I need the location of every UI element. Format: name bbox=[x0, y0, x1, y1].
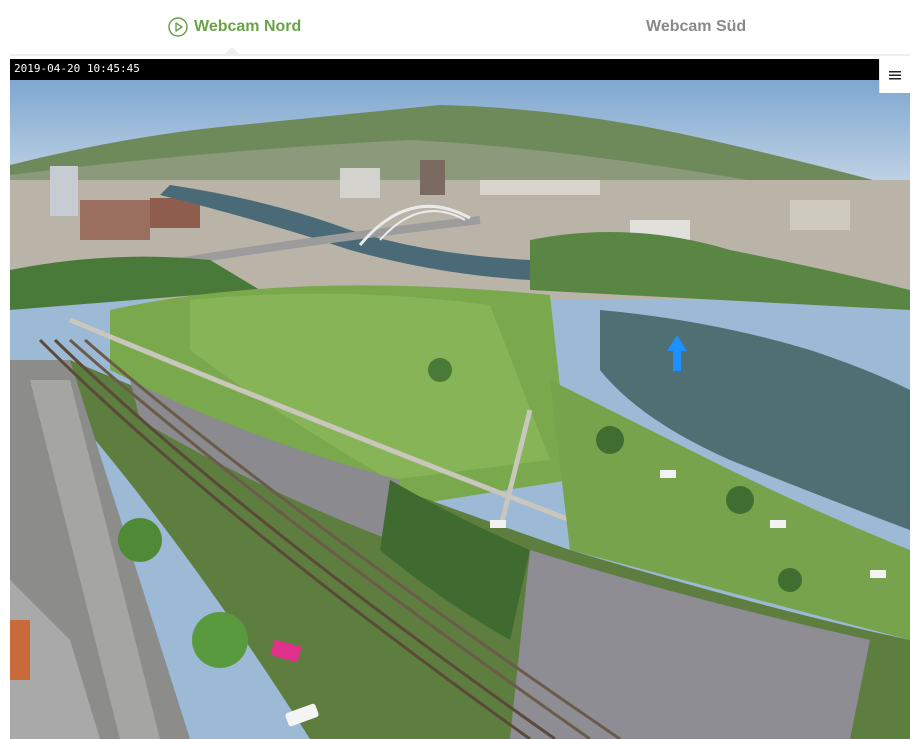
hamburger-menu-icon bbox=[889, 67, 901, 85]
tab-webcam-sued[interactable]: Webcam Süd bbox=[646, 14, 746, 40]
webcam-tabs: Webcam Nord Webcam Süd bbox=[0, 0, 914, 56]
tab-webcam-nord-label: Webcam Nord bbox=[194, 18, 302, 35]
play-circle-icon bbox=[168, 17, 188, 37]
webcam-image bbox=[10, 80, 910, 739]
webcam-player: 2019-04-20 10:45:45 bbox=[10, 59, 910, 739]
tab-webcam-nord[interactable]: Webcam Nord bbox=[168, 14, 301, 40]
timestamp: 2019-04-20 10:45:45 bbox=[14, 62, 140, 75]
tab-divider bbox=[10, 54, 910, 56]
tab-webcam-sued-label: Webcam Süd bbox=[646, 18, 747, 35]
player-menu-button[interactable] bbox=[879, 59, 910, 93]
active-tab-pointer bbox=[223, 47, 241, 56]
timestamp-bar: 2019-04-20 10:45:45 bbox=[10, 59, 910, 80]
